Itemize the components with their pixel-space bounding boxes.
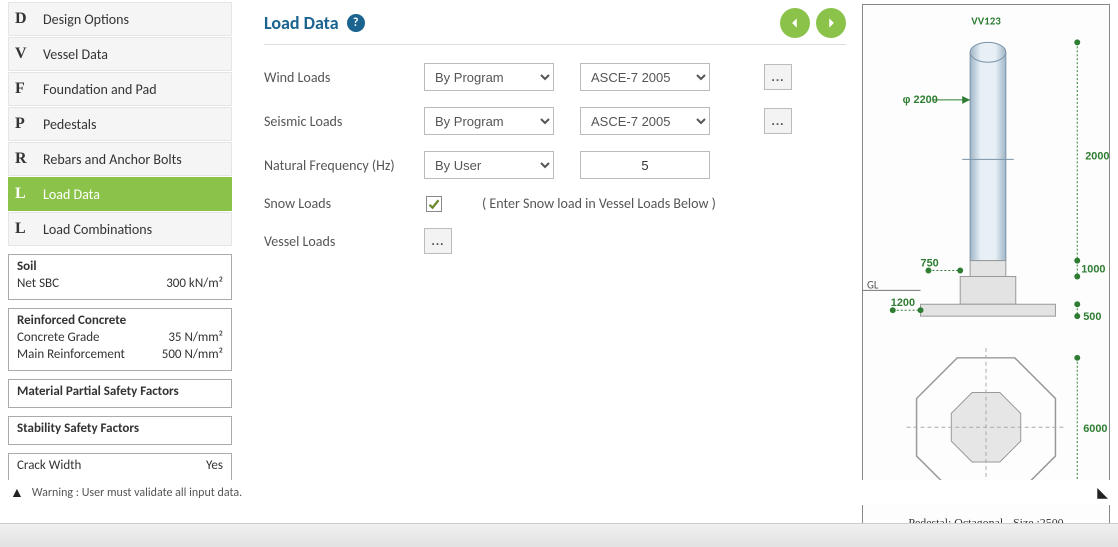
snow-label: Snow Loads bbox=[264, 195, 424, 212]
wind-label: Wind Loads bbox=[264, 69, 424, 86]
title-text: Load Data bbox=[264, 12, 339, 34]
footer: ▲ Warning : User must validate all input… bbox=[0, 480, 1118, 505]
seismic-label: Seismic Loads bbox=[264, 113, 424, 130]
crack-value: Yes bbox=[206, 458, 223, 475]
next-button[interactable] bbox=[816, 8, 846, 38]
reinf-label: Main Reinforcement bbox=[17, 347, 125, 364]
nav-label: Vessel Data bbox=[43, 46, 108, 63]
freq-label: Natural Frequency (Hz) bbox=[264, 157, 424, 174]
nav-letter: V bbox=[15, 45, 43, 63]
wind-details-button[interactable]: ... bbox=[764, 64, 792, 90]
nav-label: Load Data bbox=[43, 186, 100, 203]
grade-value: 35 N/mm² bbox=[168, 330, 223, 347]
dim-thk: 500 bbox=[1083, 311, 1101, 323]
nav-letter: L bbox=[15, 185, 43, 203]
nav-pedestals[interactable]: P Pedestals bbox=[8, 107, 232, 141]
nav-vessel-data[interactable]: V Vessel Data bbox=[8, 37, 232, 71]
nav-label: Rebars and Anchor Bolts bbox=[43, 151, 182, 168]
card-title: Material Partial Safety Factors bbox=[17, 384, 223, 399]
nav-design-options[interactable]: D Design Options bbox=[8, 2, 232, 36]
card-ssf: Stability Safety Factors bbox=[8, 416, 232, 445]
vessel-loads-label: Vessel Loads bbox=[264, 233, 424, 250]
grade-label: Concrete Grade bbox=[17, 330, 100, 347]
card-mpsf: Material Partial Safety Factors bbox=[8, 379, 232, 408]
seismic-code-select[interactable]: ASCE-7 2005 bbox=[580, 107, 710, 135]
card-title: Soil bbox=[17, 259, 223, 274]
nav-label: Pedestals bbox=[43, 116, 96, 133]
snow-checkbox[interactable] bbox=[426, 196, 442, 212]
help-icon[interactable]: ? bbox=[347, 14, 365, 32]
nav-load-combinations[interactable]: L Load Combinations bbox=[8, 212, 232, 246]
nav-foundation-pad[interactable]: F Foundation and Pad bbox=[8, 72, 232, 106]
card-crack: Crack Width Yes bbox=[8, 453, 232, 482]
nav-label: Foundation and Pad bbox=[43, 81, 157, 98]
warning-text: Warning : User must validate all input d… bbox=[32, 486, 242, 500]
nav-letter: D bbox=[15, 10, 43, 28]
resize-handle-icon[interactable]: ◣ bbox=[1097, 484, 1108, 501]
snow-note: ( Enter Snow load in Vessel Loads Below … bbox=[482, 195, 716, 212]
main-panel: Load Data ? Wind Loads By Program ASCE-7… bbox=[240, 0, 862, 547]
prev-button[interactable] bbox=[780, 8, 810, 38]
gl-label: GL bbox=[867, 278, 879, 291]
card-title: Stability Safety Factors bbox=[17, 421, 223, 436]
page-title: Load Data ? bbox=[264, 12, 365, 34]
vessel-name: VV123 bbox=[971, 15, 1001, 28]
wind-mode-select[interactable]: By Program bbox=[424, 63, 554, 91]
dim-plan: 6000 bbox=[1083, 423, 1107, 435]
seismic-details-button[interactable]: ... bbox=[764, 108, 792, 134]
diagram-svg: VV123 20000 bbox=[863, 5, 1109, 542]
soil-label: Net SBC bbox=[17, 276, 59, 293]
card-title: Reinforced Concrete bbox=[17, 313, 223, 328]
card-soil: Soil Net SBC 300 kN/m² bbox=[8, 254, 232, 300]
warning-message: ▲ Warning : User must validate all input… bbox=[10, 484, 242, 501]
nav-label: Load Combinations bbox=[43, 221, 152, 238]
wind-code-select[interactable]: ASCE-7 2005 bbox=[580, 63, 710, 91]
nav-letter: R bbox=[15, 150, 43, 168]
seismic-mode-select[interactable]: By Program bbox=[424, 107, 554, 135]
vessel-diagram: VV123 20000 bbox=[862, 4, 1110, 543]
freq-mode-select[interactable]: By User bbox=[424, 151, 554, 179]
sidebar: D Design Options V Vessel Data F Foundat… bbox=[0, 0, 240, 547]
soil-value: 300 kN/m² bbox=[166, 276, 223, 293]
vessel-loads-button[interactable]: ... bbox=[424, 228, 452, 254]
warning-icon: ▲ bbox=[10, 484, 24, 501]
reinf-value: 500 N/mm² bbox=[162, 347, 223, 364]
nav-rebars-bolts[interactable]: R Rebars and Anchor Bolts bbox=[8, 142, 232, 176]
nav-letter: P bbox=[15, 115, 43, 133]
nav-letter: L bbox=[15, 220, 43, 238]
dim-height: 20000 bbox=[1085, 150, 1109, 162]
dim-1200: 1200 bbox=[891, 297, 915, 309]
nav-load-data[interactable]: L Load Data bbox=[8, 177, 232, 211]
card-concrete: Reinforced Concrete Concrete Grade 35 N/… bbox=[8, 308, 232, 371]
dim-750: 750 bbox=[921, 258, 939, 270]
freq-value-input[interactable] bbox=[580, 151, 710, 179]
nav-letter: F bbox=[15, 80, 43, 98]
dim-dia: φ 2200 bbox=[903, 94, 938, 106]
dim-base: 1000 bbox=[1081, 264, 1105, 276]
nav-label: Design Options bbox=[43, 11, 129, 28]
crack-label: Crack Width bbox=[17, 458, 81, 475]
status-bar bbox=[0, 523, 1118, 547]
